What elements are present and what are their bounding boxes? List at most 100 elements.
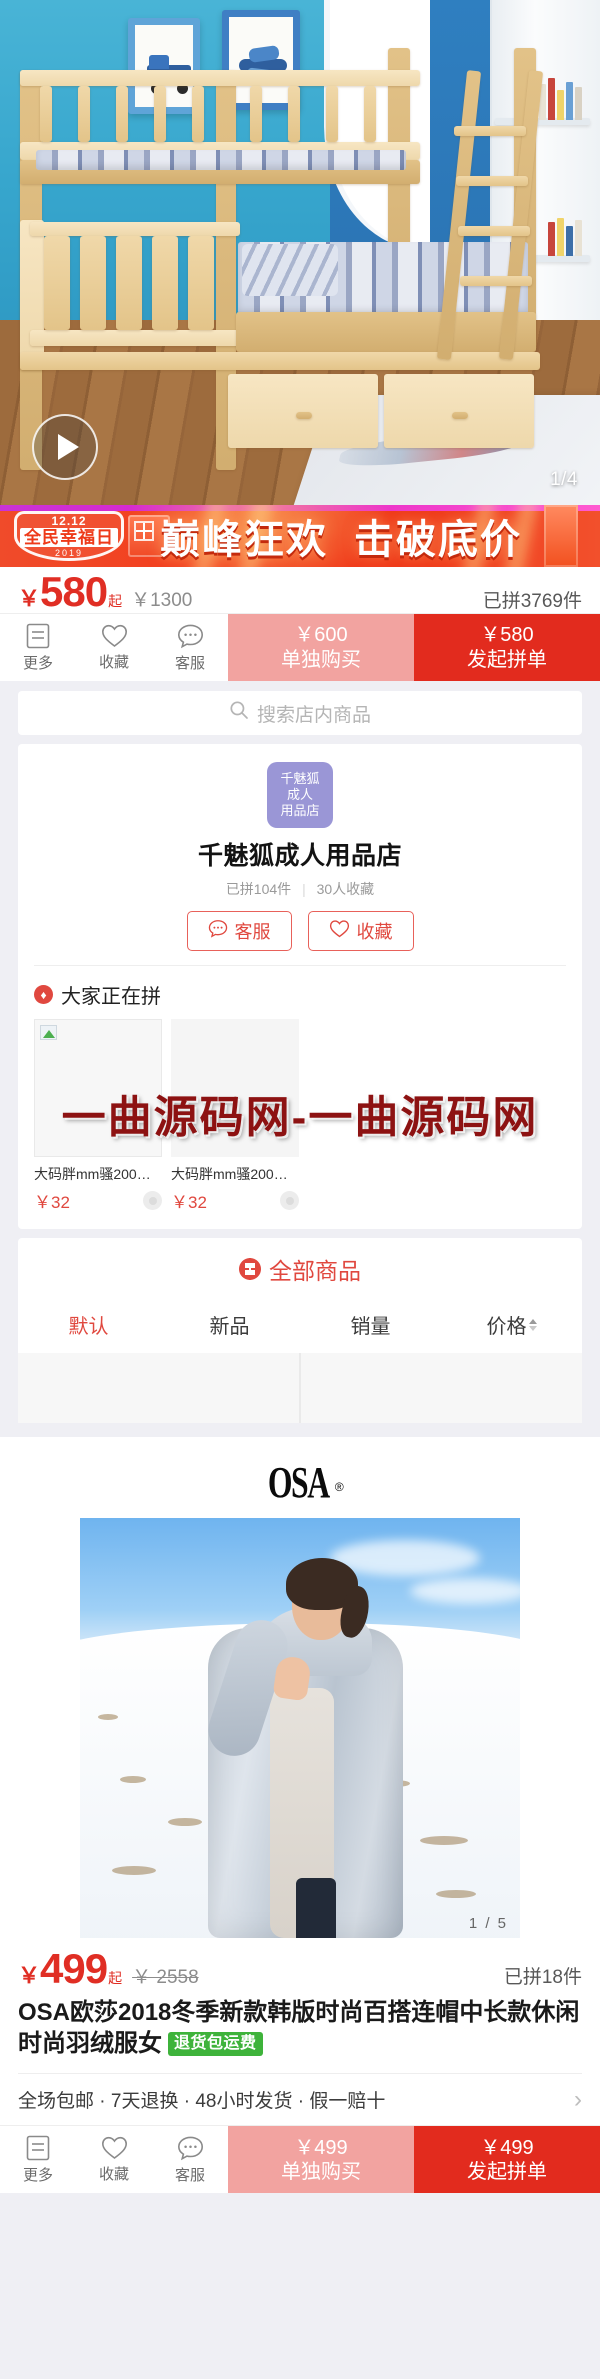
customer-service-label: 客服 xyxy=(174,654,205,672)
cloud xyxy=(410,1578,520,1604)
promo-logo-name: 全民幸福日 xyxy=(20,527,118,547)
sort-tab-default[interactable]: 默认 xyxy=(18,1302,159,1353)
promo-headline: 巅峰狂欢 击破底价 xyxy=(160,505,522,567)
store-service-label: 客服 xyxy=(234,922,271,942)
store-search-input[interactable]: 搜索店内商品 xyxy=(18,691,582,735)
store-card: 千魅狐 成人 用品店 千魅狐成人用品店 已拼104件 | 30人收藏 客服 收藏… xyxy=(18,744,582,1229)
promo-logo-year: 2019 xyxy=(54,547,84,558)
search-icon xyxy=(229,700,249,726)
list-icon xyxy=(26,2135,50,2161)
customer-service-button[interactable]: 客服 xyxy=(152,614,228,681)
favorite-label: 收藏 xyxy=(98,654,129,671)
hot-products-list: 大码胖mm骚200斤... ￥32 大码胖mm骚200斤... ￥32 一曲源码… xyxy=(18,1019,582,1229)
store-logo[interactable]: 千魅狐 成人 用品店 xyxy=(267,762,333,828)
avatar xyxy=(280,1191,299,1210)
sort-tab-new[interactable]: 新品 xyxy=(159,1302,300,1353)
heart-icon xyxy=(101,623,128,648)
favorite-button[interactable]: 收藏 xyxy=(76,614,152,681)
service-promise-text: 全场包邮 · 7天退换 · 48小时发货 · 假一赔十 xyxy=(18,2091,386,2113)
price-currency-2: ￥ xyxy=(18,1963,41,1988)
all-goods-header: 全部商品 xyxy=(18,1252,582,1286)
sort-tab-price[interactable]: 价格 xyxy=(441,1302,582,1353)
promo-ruler-decor xyxy=(544,505,578,567)
broken-image-icon xyxy=(40,1025,57,1040)
store-buttons: 客服 收藏 xyxy=(18,911,582,965)
store-stats: 已拼104件 | 30人收藏 xyxy=(18,879,582,899)
group-buy-price-2: ￥499 xyxy=(480,2136,534,2159)
store-favorite-count: 30人收藏 xyxy=(316,881,375,897)
buy-alone-button[interactable]: ￥600 单独购买 xyxy=(228,614,414,681)
sort-tab-price-label: 价格 xyxy=(486,1316,527,1338)
list-icon xyxy=(26,623,50,649)
price-original: ￥1300 xyxy=(131,590,193,611)
more-button-2[interactable]: 更多 xyxy=(0,2126,76,2193)
brand-logo-osa: OSA ® xyxy=(0,1439,600,1514)
price-row-2: ￥ 499 起 ￥ 2558 已拼18件 xyxy=(0,1938,600,1990)
customer-service-button-2[interactable]: 客服 xyxy=(152,2126,228,2193)
price-suffix-2: 起 xyxy=(108,1970,123,1986)
favorite-button-2[interactable]: 收藏 xyxy=(76,2126,152,2193)
flame-icon: ♦ xyxy=(34,985,53,1004)
store-service-button[interactable]: 客服 xyxy=(186,911,292,951)
gallery-page-indicator: 1/4 xyxy=(550,469,578,490)
goods-cell-placeholder[interactable] xyxy=(18,1353,299,1423)
price-amount-2: 499 xyxy=(40,1945,108,1992)
start-group-buy-button-2[interactable]: ￥499 发起拼单 xyxy=(414,2126,600,2194)
product-title-2[interactable]: OSA欧莎2018冬季新款韩版时尚百搭连帽中长款休闲时尚羽绒服女 退货包运费 xyxy=(0,1990,600,2059)
hot-section-header: ♦ 大家正在拼 xyxy=(18,966,582,1019)
start-group-buy-button[interactable]: ￥580 发起拼单 xyxy=(414,614,600,681)
sort-arrows-icon xyxy=(528,1318,537,1331)
store-favorite-button[interactable]: 收藏 xyxy=(307,911,414,951)
sort-tab-new-label: 新品 xyxy=(209,1316,250,1338)
sort-tabs: 默认 新品 销量 价格 xyxy=(18,1302,582,1353)
price-currency: ￥ xyxy=(18,586,41,611)
price-suffix: 起 xyxy=(108,593,123,609)
product-thumbnail xyxy=(34,1019,162,1157)
promo-headline-part2: 击破底价 xyxy=(354,518,522,562)
product-image-gallery[interactable]: 1/4 xyxy=(0,0,600,505)
product-name: 大码胖mm骚200斤... xyxy=(171,1166,299,1182)
grid-icon xyxy=(239,1258,261,1280)
price-row-1: ￥ 580 起 ￥1300 已拼3769件 xyxy=(0,567,600,613)
buy-alone-price-2: ￥499 xyxy=(294,2136,348,2159)
price-group-2: ￥ 499 起 ￥ 2558 xyxy=(18,1945,199,1992)
action-bar-2: 更多 收藏 客服 ￥499 单独购买 ￥499 发起拼单 xyxy=(0,2125,600,2194)
buy-alone-button-2[interactable]: ￥499 单独购买 xyxy=(228,2126,414,2194)
list-item[interactable]: 大码胖mm骚200斤... ￥32 xyxy=(171,1019,299,1213)
sold-count: 已拼3769件 xyxy=(482,591,582,612)
stats-separator: | xyxy=(302,881,306,897)
free-return-shipping-badge: 退货包运费 xyxy=(168,2031,263,2057)
play-video-button[interactable] xyxy=(32,414,98,480)
product-price: ￥32 xyxy=(34,1193,70,1212)
price-amount: 580 xyxy=(40,568,108,613)
sort-tab-sales-label: 销量 xyxy=(350,1316,391,1338)
store-name[interactable]: 千魅狐成人用品店 xyxy=(18,836,582,872)
heart-icon xyxy=(101,2135,128,2160)
store-section: 搜索店内商品 千魅狐 成人 用品店 千魅狐成人用品店 已拼104件 | 30人收… xyxy=(0,681,600,1423)
store-sold-count: 已拼104件 xyxy=(225,881,292,897)
promo-logo-date: 12.12 xyxy=(51,513,87,528)
promo-headline-part1: 巅峰狂欢 xyxy=(160,518,328,562)
action-bar-icons: 更多 收藏 客服 xyxy=(0,614,228,681)
product-image-gallery-2[interactable]: 1 / 5 xyxy=(80,1518,520,1938)
sort-tab-sales[interactable]: 销量 xyxy=(300,1302,441,1353)
model-hair xyxy=(286,1558,358,1610)
play-icon xyxy=(57,434,79,460)
group-buy-price: ￥580 xyxy=(480,624,534,647)
favorite-label-2: 收藏 xyxy=(98,2166,129,2184)
room-books xyxy=(548,218,582,256)
more-label: 更多 xyxy=(22,654,53,672)
goods-cell-placeholder[interactable] xyxy=(301,1353,582,1423)
brand-logo-text: OSA xyxy=(268,1458,330,1507)
more-button[interactable]: 更多 xyxy=(0,614,76,681)
promo-banner-1212[interactable]: 12.12 全民幸福日 2019 巅峰狂欢 击破底价 xyxy=(0,505,600,567)
store-favorite-label: 收藏 xyxy=(356,922,393,942)
list-item[interactable]: 大码胖mm骚200斤... ￥32 xyxy=(34,1019,162,1213)
product-footer: ￥32 xyxy=(34,1188,162,1213)
service-promise-row[interactable]: 全场包邮 · 7天退换 · 48小时发货 · 假一赔十 › xyxy=(0,2074,600,2125)
chevron-right-icon: › xyxy=(574,2085,582,2113)
hot-section-title: 大家正在拼 xyxy=(61,986,161,1008)
buy-alone-price: ￥600 xyxy=(294,624,348,647)
product-detail-page: 1/4 12.12 全民幸福日 2019 巅峰狂欢 击破底价 ￥ 580 起 ￥… xyxy=(0,0,600,2194)
product-block-osa-coat: OSA ® 1 / 5 ￥ 499 起 ￥ 2558 已拼18件 OSA欧莎20… xyxy=(0,1437,600,2194)
